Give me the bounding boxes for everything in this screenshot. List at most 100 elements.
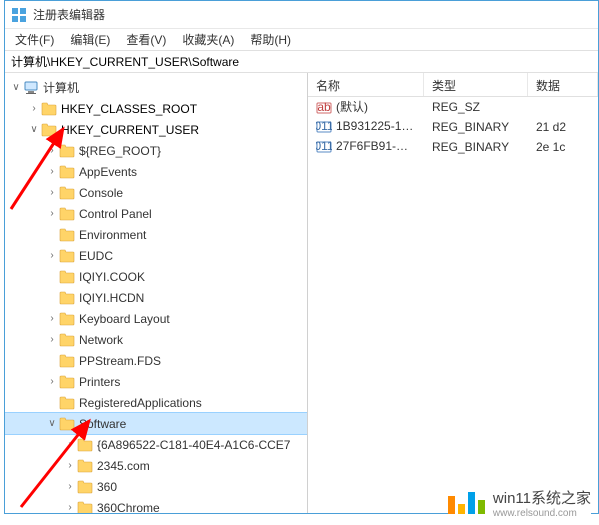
tree-item[interactable]: › Network bbox=[5, 329, 307, 350]
tree-item-label: EUDC bbox=[79, 249, 113, 263]
menu-edit[interactable]: 编辑(E) bbox=[62, 28, 118, 51]
tree-item[interactable]: ›AppEvents bbox=[5, 161, 307, 182]
caret-icon[interactable]: › bbox=[45, 313, 59, 324]
svg-text:ab: ab bbox=[317, 100, 331, 114]
tree-item-label: Control Panel bbox=[79, 207, 152, 221]
tree-item-label: 360Chrome bbox=[97, 501, 160, 514]
caret-icon[interactable]: › bbox=[63, 481, 77, 492]
caret-icon[interactable]: › bbox=[63, 439, 77, 450]
registry-editor-window: 注册表编辑器 文件(F) 编辑(E) 查看(V) 收藏夹(A) 帮助(H) 计算… bbox=[4, 0, 599, 514]
tree-item[interactable]: ›RegisteredApplications bbox=[5, 392, 307, 413]
tree-item[interactable]: ∨ HKEY_CURRENT_USER bbox=[5, 119, 307, 140]
tree-item[interactable]: ›PPStream.FDS bbox=[5, 350, 307, 371]
value-type: REG_SZ bbox=[424, 100, 528, 114]
tree-item[interactable]: ›IQIYI.COOK bbox=[5, 266, 307, 287]
tree-item[interactable]: › {6A896522-C181-40E4-A1C6-CCE7 bbox=[5, 434, 307, 455]
tree-item[interactable]: › 360 bbox=[5, 476, 307, 497]
tree-item-label: Network bbox=[79, 333, 123, 347]
tree-item[interactable]: › Printers bbox=[5, 371, 307, 392]
caret-icon[interactable]: › bbox=[45, 376, 59, 387]
menu-file[interactable]: 文件(F) bbox=[7, 28, 62, 51]
value-row[interactable]: 01127F6FB91-E2D...REG_BINARY2e 1c bbox=[308, 137, 598, 157]
caret-icon[interactable]: › bbox=[45, 250, 59, 261]
folder-icon bbox=[59, 417, 75, 431]
caret-icon[interactable]: › bbox=[63, 460, 77, 471]
caret-icon[interactable]: › bbox=[45, 208, 59, 219]
computer-icon bbox=[23, 81, 39, 95]
address-path: 计算机\HKEY_CURRENT_USER\Software bbox=[11, 53, 239, 70]
svg-text:011: 011 bbox=[316, 139, 332, 153]
folder-icon bbox=[59, 186, 75, 200]
address-bar[interactable]: 计算机\HKEY_CURRENT_USER\Software bbox=[5, 51, 598, 73]
menu-view[interactable]: 查看(V) bbox=[118, 28, 174, 51]
tree-item-label: Console bbox=[79, 186, 123, 200]
tree-item-label: {6A896522-C181-40E4-A1C6-CCE7 bbox=[97, 438, 290, 452]
folder-icon bbox=[59, 207, 75, 221]
caret-icon[interactable]: › bbox=[45, 334, 59, 345]
tree-item[interactable]: ›IQIYI.HCDN bbox=[5, 287, 307, 308]
string-value-icon: ab bbox=[316, 100, 332, 116]
tree-item[interactable]: ›Environment bbox=[5, 224, 307, 245]
menu-favorites[interactable]: 收藏夹(A) bbox=[174, 28, 242, 51]
tree-item-label: ${REG_ROOT} bbox=[79, 144, 161, 158]
watermark-url: www.relsound.com bbox=[493, 508, 591, 519]
folder-icon bbox=[59, 354, 75, 368]
tree-item-label: RegisteredApplications bbox=[79, 396, 202, 410]
caret-icon[interactable]: › bbox=[45, 145, 59, 156]
value-name: 1B931225-1B5... bbox=[336, 119, 424, 133]
value-row[interactable]: ab (默认) REG_SZ bbox=[308, 97, 598, 117]
tree-item[interactable]: ›2345.com bbox=[5, 455, 307, 476]
value-row[interactable]: 0111B931225-1B5...REG_BINARY21 d2 bbox=[308, 117, 598, 137]
tree-item[interactable]: ›Keyboard Layout bbox=[5, 308, 307, 329]
caret-icon[interactable]: › bbox=[45, 166, 59, 177]
app-icon bbox=[11, 7, 27, 23]
value-name: (默认) bbox=[336, 100, 368, 114]
tree-pane[interactable]: ∨ 计算机 ›HKEY_CLASSES_ROOT ∨ HKEY_CURRENT_USER… bbox=[5, 73, 308, 513]
tree-item[interactable]: › EUDC bbox=[5, 245, 307, 266]
value-type: REG_BINARY bbox=[424, 120, 528, 134]
caret-icon[interactable]: › bbox=[45, 187, 59, 198]
tree-item-label: Environment bbox=[79, 228, 146, 242]
folder-icon bbox=[59, 396, 75, 410]
tree-item[interactable]: › 360Chrome bbox=[5, 497, 307, 513]
tree-item-label: IQIYI.HCDN bbox=[79, 291, 144, 305]
folder-icon bbox=[59, 228, 75, 242]
value-type: REG_BINARY bbox=[424, 140, 528, 154]
content-area: ∨ 计算机 ›HKEY_CLASSES_ROOT ∨ HKEY_CURRENT_USER… bbox=[5, 73, 598, 513]
watermark: win11系统之家 www.relsound.com bbox=[448, 487, 591, 519]
tree-item-label: PPStream.FDS bbox=[79, 354, 161, 368]
tree-item[interactable]: ∨ Software bbox=[5, 413, 307, 434]
tree-root[interactable]: ∨ 计算机 bbox=[5, 77, 307, 98]
list-header: 名称 类型 数据 bbox=[308, 73, 598, 97]
binary-value-icon: 011 bbox=[316, 119, 332, 135]
header-data[interactable]: 数据 bbox=[528, 73, 598, 96]
folder-icon bbox=[59, 165, 75, 179]
folder-icon bbox=[77, 438, 93, 452]
folder-icon bbox=[59, 144, 75, 158]
header-name[interactable]: 名称 bbox=[308, 73, 424, 96]
watermark-brand: win11系统之家 bbox=[493, 487, 591, 508]
menu-help[interactable]: 帮助(H) bbox=[242, 28, 299, 51]
folder-icon bbox=[59, 333, 75, 347]
caret-icon[interactable]: › bbox=[27, 103, 41, 114]
caret-icon[interactable]: ∨ bbox=[45, 418, 59, 429]
folder-icon bbox=[59, 375, 75, 389]
tree-item-label: HKEY_CURRENT_USER bbox=[61, 123, 199, 137]
caret-icon[interactable]: ∨ bbox=[27, 124, 41, 135]
folder-icon bbox=[59, 249, 75, 263]
watermark-logo-icon bbox=[448, 492, 485, 514]
caret-icon[interactable]: ∨ bbox=[9, 82, 23, 93]
tree-item[interactable]: › Control Panel bbox=[5, 203, 307, 224]
tree-root-label: 计算机 bbox=[43, 79, 79, 96]
folder-icon bbox=[41, 102, 57, 116]
header-type[interactable]: 类型 bbox=[424, 73, 528, 96]
tree-item[interactable]: ›HKEY_CLASSES_ROOT bbox=[5, 98, 307, 119]
tree-item[interactable]: › Console bbox=[5, 182, 307, 203]
tree-item-label: Software bbox=[79, 417, 126, 431]
caret-icon[interactable]: › bbox=[63, 502, 77, 513]
tree-item-label: 360 bbox=[97, 480, 117, 494]
tree-item-label: Printers bbox=[79, 375, 120, 389]
values-pane[interactable]: 名称 类型 数据 ab (默认) REG_SZ 011 1B931225-1B5...R… bbox=[308, 73, 598, 513]
tree-item[interactable]: › ${REG_ROOT} bbox=[5, 140, 307, 161]
value-data: 2e 1c bbox=[528, 140, 598, 154]
